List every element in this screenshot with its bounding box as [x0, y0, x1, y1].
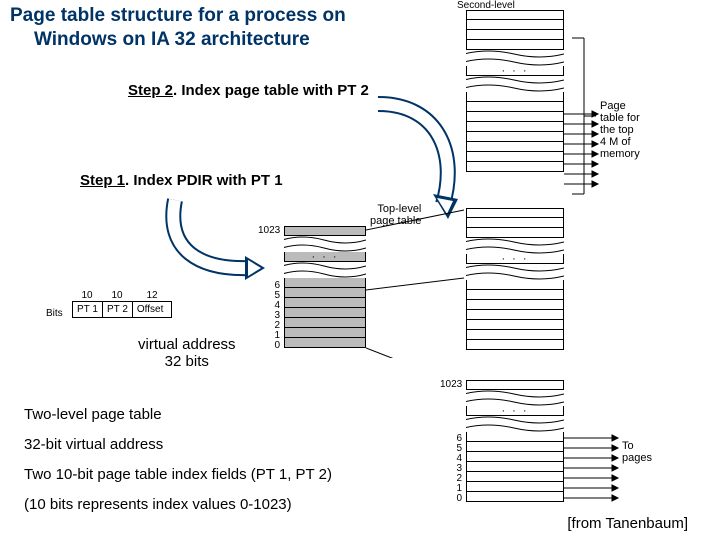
- bullet-4: (10 bits represents index values 0-1023): [24, 490, 332, 520]
- title-line-2: Windows on IA 32 architecture: [10, 28, 346, 52]
- virtual-address-label: virtual address 32 bits: [138, 336, 236, 370]
- title-line-1: Page table structure for a process on: [10, 4, 346, 28]
- second-level-table-mid: · · ·: [466, 208, 564, 350]
- connector-arrows: [366, 208, 466, 358]
- output-arrows: [564, 10, 620, 510]
- step-2-prefix: Step 2: [128, 82, 173, 99]
- to-pages-label: To pages: [622, 440, 652, 464]
- top-level-page-table: · · ·: [284, 226, 366, 348]
- bullet-3: Two 10-bit page table index fields (PT 1…: [24, 460, 332, 490]
- step-2-rest: . Index page table with PT 2: [173, 82, 369, 99]
- step-1-prefix: Step 1: [80, 172, 125, 189]
- second-level-table-top: · · ·: [466, 10, 564, 172]
- step-1: Step 1. Index PDIR with PT 1: [80, 172, 283, 189]
- second-level-label-cut: Second-level: [457, 0, 567, 10]
- bullet-list: Two-level page table 32-bit virtual addr…: [24, 400, 332, 520]
- step-1-rest: . Index PDIR with PT 1: [125, 172, 283, 189]
- credit: [from Tanenbaum]: [567, 515, 688, 532]
- ellipsis: · · ·: [284, 252, 366, 262]
- page-title: Page table structure for a process on Wi…: [10, 4, 346, 52]
- va-line2: 32 bits: [138, 353, 236, 370]
- bullet-2: 32-bit virtual address: [24, 430, 332, 460]
- arrow-step-1: [150, 190, 270, 290]
- va-line1: virtual address: [138, 336, 236, 353]
- step-2: Step 2. Index page table with PT 2: [128, 82, 369, 99]
- virtual-address-fields: Bits 10 10 12 PT 1 PT 2 Offset: [72, 290, 172, 318]
- bits-label: Bits: [46, 308, 63, 319]
- idx-1023: 1023: [258, 225, 280, 236]
- second-level-table-bottom: · · ·: [466, 380, 564, 502]
- bullet-1: Two-level page table: [24, 400, 332, 430]
